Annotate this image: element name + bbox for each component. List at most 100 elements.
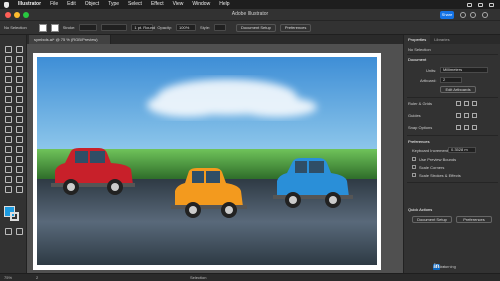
eraser-tool-icon[interactable]	[4, 105, 12, 113]
tab-libraries[interactable]: Libraries	[430, 35, 453, 44]
document-setup-button[interactable]: Document Setup	[236, 23, 276, 32]
lasso-tool-icon[interactable]	[15, 55, 23, 63]
blend-tool-icon[interactable]	[4, 155, 12, 163]
opacity-field[interactable]: 100%	[176, 24, 197, 31]
perspective-grid-tool-icon[interactable]	[4, 135, 12, 143]
document-tab[interactable]: symbols.ai* @ 75 % (RGB/Preview)	[29, 35, 111, 44]
line-tool-icon[interactable]	[15, 75, 23, 83]
stroke-weight-field[interactable]	[79, 24, 98, 31]
magic-wand-tool-icon[interactable]	[4, 55, 12, 63]
snap-grid-icon[interactable]	[456, 125, 461, 130]
menu-object[interactable]: Object	[85, 0, 99, 9]
style-picker[interactable]	[214, 24, 227, 31]
divider	[407, 97, 498, 98]
scale-corners-label: Scale Corners	[419, 165, 445, 170]
stroke-profile-field[interactable]: 1 pt. Round	[131, 24, 155, 31]
gradient-tool-icon[interactable]	[4, 145, 12, 153]
share-button[interactable]: Share	[440, 11, 454, 19]
use-preview-bounds-checkbox[interactable]	[412, 157, 416, 161]
control-bar: No Selection Stroke: 1 pt. Round Opacity…	[0, 21, 500, 35]
paintbrush-tool-icon[interactable]	[15, 85, 23, 93]
ruler-toggle-icon[interactable]	[456, 101, 461, 106]
apple-icon[interactable]	[4, 1, 9, 8]
tools-panel	[0, 35, 27, 273]
pencil-tool-icon[interactable]	[15, 95, 23, 103]
units-label: Units:	[426, 68, 437, 73]
workspace-icon[interactable]	[470, 12, 476, 18]
menu-type[interactable]: Type	[108, 0, 119, 9]
draw-mode-icon[interactable]	[4, 227, 12, 235]
edit-artboards-button[interactable]: Edit Artboards	[440, 86, 476, 93]
slice-tool-icon[interactable]	[4, 175, 12, 183]
quick-preferences-button[interactable]: Preferences	[456, 216, 492, 223]
eyedropper-tool-icon[interactable]	[15, 145, 23, 153]
menu-edit[interactable]: Edit	[67, 0, 76, 9]
shape-builder-tool-icon[interactable]	[15, 125, 23, 133]
search-icon[interactable]	[489, 2, 494, 7]
direct-selection-tool-icon[interactable]	[15, 45, 23, 53]
hand-tool-icon[interactable]	[15, 175, 23, 183]
selection-tool-icon[interactable]	[4, 45, 12, 53]
style-label: Style:	[200, 25, 211, 30]
divider	[407, 135, 498, 136]
screen-mode-icon[interactable]	[15, 227, 23, 235]
edit-toolbar-icon[interactable]	[15, 185, 23, 193]
window-title: Adobe Illustrator	[231, 11, 269, 17]
grid-toggle-icon[interactable]	[464, 101, 469, 106]
snap-point-icon[interactable]	[472, 125, 477, 130]
mesh-tool-icon[interactable]	[15, 135, 23, 143]
quick-document-setup-button[interactable]: Document Setup	[412, 216, 452, 223]
free-transform-tool-icon[interactable]	[4, 125, 12, 133]
variable-width-field[interactable]	[101, 24, 128, 31]
artboard-select[interactable]: 2	[440, 77, 462, 83]
type-tool-icon[interactable]	[4, 75, 12, 83]
menu-select[interactable]: Select	[128, 0, 142, 9]
symbol-sprayer-tool-icon[interactable]	[15, 155, 23, 163]
artboard-navigator[interactable]: 2	[36, 275, 38, 280]
width-tool-icon[interactable]	[15, 115, 23, 123]
wifi-icon[interactable]	[478, 2, 483, 7]
tab-properties[interactable]: Properties	[404, 35, 431, 44]
rotate-tool-icon[interactable]	[15, 105, 23, 113]
arrange-docs-icon[interactable]	[482, 12, 488, 18]
zoom-tool-icon[interactable]	[4, 185, 12, 193]
rectangle-tool-icon[interactable]	[4, 85, 12, 93]
lock-guides-icon[interactable]	[464, 113, 469, 118]
units-select[interactable]: Millimeters	[440, 67, 488, 73]
menu-file[interactable]: File	[50, 0, 58, 9]
shaper-tool-icon[interactable]	[4, 95, 12, 103]
scale-corners-checkbox[interactable]	[412, 165, 416, 169]
zoom-level[interactable]: 75%	[4, 275, 12, 280]
opacity-label[interactable]: Opacity:	[157, 25, 172, 30]
keyboard-increment-field[interactable]: 0.3528 m	[448, 147, 476, 153]
menu-help[interactable]: Help	[219, 0, 229, 9]
status-bar: 75% 2 Selection Linked in Learning	[0, 264, 500, 281]
scale-strokes-checkbox[interactable]	[412, 173, 416, 177]
menu-effect[interactable]: Effect	[151, 0, 164, 9]
menu-app-name[interactable]: Illustrator	[18, 0, 41, 9]
fill-swatch[interactable]	[38, 23, 47, 32]
snap-pixel-icon[interactable]	[464, 125, 469, 130]
divider	[407, 54, 498, 55]
artboard-tool-icon[interactable]	[15, 165, 23, 173]
divider	[407, 182, 498, 183]
scale-tool-icon[interactable]	[4, 115, 12, 123]
menu-view[interactable]: View	[173, 0, 184, 9]
stroke-swatch[interactable]	[50, 23, 59, 32]
current-tool: Selection	[190, 275, 207, 280]
stroke-color-box[interactable]	[10, 212, 19, 221]
graph-tool-icon[interactable]	[4, 165, 12, 173]
battery-icon[interactable]	[467, 2, 472, 7]
search-help-icon[interactable]	[460, 12, 466, 18]
smart-guides-icon[interactable]	[472, 113, 477, 118]
pen-tool-icon[interactable]	[4, 65, 12, 73]
menu-window[interactable]: Window	[192, 0, 210, 9]
artboard[interactable]	[33, 53, 381, 270]
show-guides-icon[interactable]	[456, 113, 461, 118]
preferences-button[interactable]: Preferences	[279, 23, 312, 32]
stroke-label: Stroke:	[62, 25, 76, 30]
curvature-tool-icon[interactable]	[15, 65, 23, 73]
transparency-grid-icon[interactable]	[472, 101, 477, 106]
app-titlebar: Adobe Illustrator Share	[0, 9, 500, 21]
mac-menubar: Illustrator File Edit Object Type Select…	[0, 0, 500, 9]
